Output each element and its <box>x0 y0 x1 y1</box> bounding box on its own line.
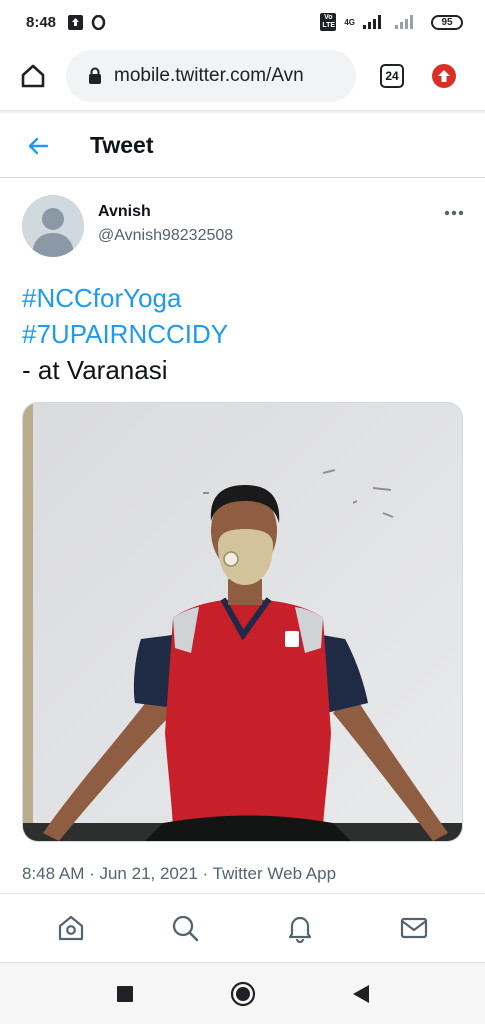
update-button[interactable] <box>432 64 456 88</box>
lock-icon <box>88 67 102 85</box>
url-text: mobile.twitter.com/Avn <box>114 65 304 86</box>
nav-notifications[interactable] <box>276 904 324 952</box>
user-handle[interactable]: @Avnish98232508 <box>98 225 233 247</box>
browser-home-button[interactable] <box>18 61 48 91</box>
bottom-nav <box>0 893 485 961</box>
tab-switcher-button[interactable]: 24 <box>380 64 404 88</box>
url-bar[interactable]: mobile.twitter.com/Avn <box>66 50 356 102</box>
arrow-left-icon <box>28 137 49 154</box>
system-nav-bar <box>0 962 485 1024</box>
browser-toolbar: mobile.twitter.com/Avn 24 <box>0 44 485 108</box>
hashtag-link[interactable]: #NCCforYoga <box>22 280 462 316</box>
tweet-photo[interactable] <box>22 402 463 842</box>
display-name[interactable]: Avnish <box>98 202 233 222</box>
gen-label: 4G <box>344 17 355 27</box>
page-header: Tweet <box>0 114 485 178</box>
hashtag-link[interactable]: #7UPAIRNCCIDY <box>22 316 462 352</box>
home-outline-icon <box>21 64 45 88</box>
upload-icon <box>68 14 84 30</box>
home-icon <box>59 915 84 940</box>
more-icon <box>444 210 464 216</box>
location-text: - at Varanasi <box>22 355 168 385</box>
tweet-timestamp: 8:48 AM · Jun 21, 2021 · Twitter Web App <box>22 864 337 883</box>
search-icon <box>173 915 199 941</box>
signal-icon <box>363 15 383 29</box>
arrow-up-icon <box>438 70 450 82</box>
opera-icon <box>91 14 106 30</box>
recents-button[interactable] <box>105 974 145 1014</box>
default-avatar-icon <box>22 195 84 257</box>
volte-label: Vo LTE <box>320 13 337 31</box>
home-circle-icon <box>230 981 255 1006</box>
signal-2-icon <box>395 15 415 29</box>
avatar[interactable] <box>22 195 84 257</box>
status-bar: 8:48 Vo LTE 4G 95 <box>0 0 485 44</box>
page-title: Tweet <box>90 132 154 158</box>
photo-illustration <box>23 403 462 841</box>
messages-icon <box>400 917 427 938</box>
nav-search[interactable] <box>161 904 209 952</box>
back-triangle-icon <box>352 984 369 1003</box>
tweet-text: #NCCforYoga #7UPAIRNCCIDY - at Varanasi <box>22 280 462 388</box>
nav-home[interactable] <box>47 904 95 952</box>
system-back-button[interactable] <box>341 974 381 1014</box>
tweet-author: Avnish @Avnish98232508 <box>22 195 466 257</box>
notifications-icon <box>288 916 311 943</box>
battery-icon: 95 <box>431 14 463 30</box>
back-button[interactable] <box>18 126 58 166</box>
system-home-button[interactable] <box>223 974 263 1014</box>
recents-icon <box>116 985 133 1002</box>
more-options-button[interactable] <box>442 203 466 223</box>
status-time: 8:48 <box>26 13 57 31</box>
nav-messages[interactable] <box>390 904 438 952</box>
